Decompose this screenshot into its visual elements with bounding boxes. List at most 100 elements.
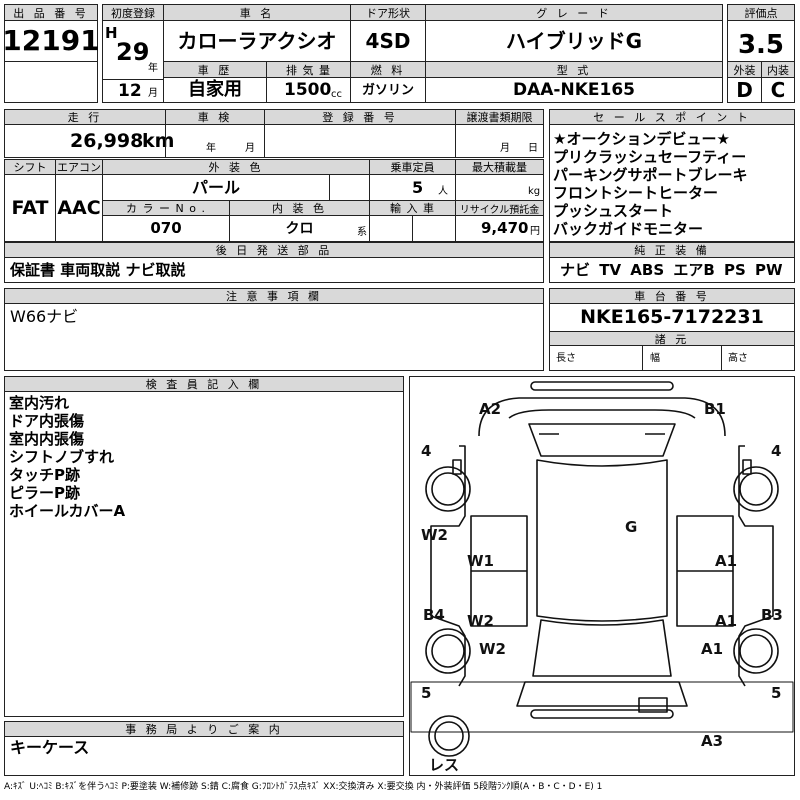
inspector-item: ホイールカバーA	[9, 502, 126, 520]
equipment: ナビ TV ABS エアB PS PW	[560, 260, 783, 279]
year-unit: 年	[148, 63, 158, 74]
legend: A:ｷｽﾞ U:ﾍｺﾐ B:ｷｽﾞを伴うﾍｺﾐ P:要塗装 W:補修跡 S:錆 …	[4, 782, 603, 792]
sales-point: パーキングサポートブレーキ	[553, 166, 748, 184]
displacement-label: 排 気 量	[266, 61, 351, 78]
interior-color: クロ	[285, 220, 314, 237]
sales-point: プリクラッシュセーフティー	[553, 148, 747, 166]
later-parts-label: 後 日 発 送 部 品	[4, 242, 544, 258]
bottom-frame-shape	[410, 681, 794, 733]
office-text: キーケース	[10, 738, 90, 757]
interior-grade: C	[770, 78, 786, 102]
interior-color-label: 内 装 色	[229, 200, 370, 216]
office-label: 事 務 局 よ り ご 案 内	[4, 721, 404, 737]
interior-label: 内装	[761, 61, 795, 78]
damage-mark: W2	[479, 640, 506, 658]
mirror-left	[452, 459, 462, 475]
body-color: パール	[191, 177, 240, 197]
color-number-label: カ ラ ー N o .	[102, 200, 230, 216]
documents-day-unit: 日	[528, 143, 538, 154]
exterior-label: 外装	[727, 61, 762, 78]
reg-month: 12	[118, 81, 142, 101]
model-type: DAA-NKE165	[513, 79, 635, 100]
displacement-unit: cc	[331, 89, 342, 100]
hood-inner-shape	[508, 409, 696, 419]
mileage-label: 走 行	[4, 109, 166, 125]
import-box-1	[369, 215, 413, 242]
load-unit: kg	[528, 186, 541, 197]
capacity: 5	[412, 178, 424, 197]
damage-mark: B3	[761, 606, 783, 624]
interior-color-unit: 系	[357, 227, 367, 238]
sales-points-list: ★オークションデビュー★ プリクラッシュセーフティー パーキングサポートブレーキ…	[553, 130, 748, 238]
damage-mark: W2	[467, 612, 494, 630]
month-unit: 月	[148, 88, 158, 99]
sales-point: プッシュスタート	[553, 202, 674, 220]
air-conditioner: AAC	[57, 196, 101, 219]
mileage: 26,998	[70, 130, 144, 152]
fuel-label: 燃 料	[350, 61, 426, 78]
damage-mark: W2	[421, 526, 448, 544]
score-label: 評価点	[727, 4, 795, 21]
inspector-item: 室内内張傷	[9, 430, 85, 448]
mirror-right	[742, 459, 752, 475]
color-number: 070	[150, 219, 182, 237]
shift-label: シフト	[4, 159, 56, 175]
reg-year: 29	[116, 38, 150, 66]
front-bumper-shape	[530, 381, 674, 391]
inspector-label: 検 査 員 記 入 欄	[4, 376, 404, 392]
history: 自家用	[188, 79, 242, 100]
damage-mark: A3	[701, 732, 723, 750]
left-side-shape	[430, 445, 466, 687]
history-label: 車 歴	[163, 61, 267, 78]
lot-number-label: 出 品 番 号	[4, 4, 98, 21]
notes-box	[4, 303, 544, 371]
recycle-label: リサイクル預託金	[455, 200, 544, 216]
rear-window-shape	[532, 619, 672, 677]
import-box-2	[412, 215, 456, 242]
inspector-item: ピラーP跡	[9, 484, 80, 502]
damage-mark: W1	[467, 552, 494, 570]
inspection-year-unit: 年	[206, 143, 216, 154]
notes-text: W66ナビ	[10, 307, 79, 326]
grade: ハイブリッドG	[505, 29, 643, 53]
import-label: 輸 入 車	[369, 200, 456, 216]
damage-mark: A1	[715, 612, 737, 630]
load-label: 最大積載量	[455, 159, 544, 175]
door-label: ドア形状	[350, 4, 426, 21]
inspector-item: ドア内張傷	[9, 412, 85, 430]
damage-mark: A2	[479, 400, 501, 418]
damage-mark: B4	[423, 606, 445, 624]
grade-label: グ レ ー ド	[425, 4, 723, 21]
recycle-unit: 円	[530, 226, 540, 237]
windshield-shape	[528, 423, 676, 457]
fuel: ガソリン	[361, 82, 414, 98]
type-label: 型 式	[425, 61, 723, 78]
sales-point: フロントシートヒーター	[553, 184, 719, 202]
lot-number: 12191	[2, 24, 100, 57]
documents-label: 譲渡書類期限	[455, 109, 544, 125]
dimensions-label: 諸 元	[549, 331, 795, 346]
chassis-label: 車 台 番 号	[549, 288, 795, 304]
score: 3.5	[737, 30, 785, 60]
damage-mark: A1	[701, 640, 723, 658]
width-label: 幅	[650, 353, 660, 364]
first-reg-label: 初度登録	[102, 4, 164, 21]
sales-point: ★オークションデビュー★	[553, 130, 730, 148]
sales-points-label: セ ー ル ス ポ イ ン ト	[549, 109, 795, 125]
ac-label: エアコン	[55, 159, 103, 175]
damage-mark: 5	[421, 684, 431, 702]
hood-shape	[478, 397, 726, 437]
lot-blank-box	[4, 61, 98, 103]
capacity-unit: 人	[438, 186, 448, 197]
displacement: 1500	[284, 80, 332, 100]
door-type: 4SD	[365, 29, 411, 53]
recycle-fee: 9,470	[481, 219, 529, 237]
car-diagram: A2 B1 4 4 G W2 W1 A1 W2 A1 B4 B3 W2 A1 5…	[410, 381, 794, 774]
damage-mark: 5	[771, 684, 781, 702]
later-parts: 保証書 車両取説 ナビ取説	[10, 260, 186, 279]
documents-month-unit: 月	[500, 143, 510, 154]
color-extra-box	[329, 174, 370, 201]
equipment-label: 純 正 装 備	[549, 242, 795, 258]
exterior-grade: D	[736, 78, 753, 102]
inspection-month-unit: 月	[245, 143, 255, 154]
